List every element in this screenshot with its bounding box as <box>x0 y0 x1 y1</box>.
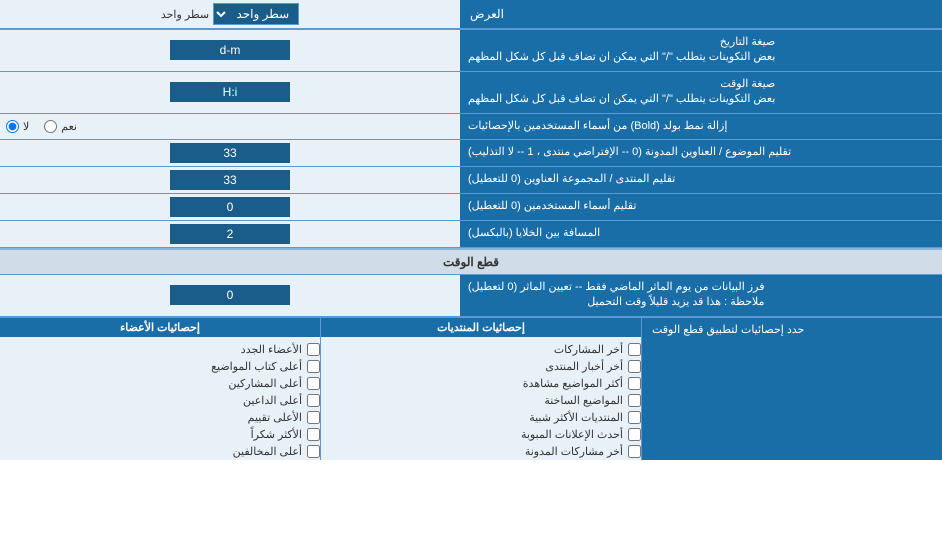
checkbox-new-members[interactable] <box>307 343 320 356</box>
trim-usernames-input[interactable] <box>170 197 290 217</box>
list-item: الأعلى تقييم <box>0 409 320 426</box>
forum-stats-col: إحصائيات المنتديات أخر المشاركات أخر أخب… <box>320 318 642 460</box>
list-item: المنتديات الأكثر شبية <box>321 409 641 426</box>
bold-yes-radio[interactable] <box>44 120 57 133</box>
list-item: أخر مشاركات المدونة <box>321 443 641 460</box>
checkbox-top-topic-writers[interactable] <box>307 360 320 373</box>
dropdown-label: سطر واحد <box>161 8 209 21</box>
trim-topic-label: تقليم الموضوع / العناوين المدونة (0 -- ا… <box>460 140 942 166</box>
date-format-label: صيغة التاريخ بعض التكوينات يتطلب "/" الت… <box>460 30 942 71</box>
checkbox-most-viewed[interactable] <box>628 377 641 390</box>
checkbox-top-inviters[interactable] <box>307 394 320 407</box>
checkbox-most-similar[interactable] <box>628 411 641 424</box>
checkbox-last-forum-news[interactable] <box>628 360 641 373</box>
list-item: الأعضاء الجدد <box>0 341 320 358</box>
trim-forum-input-cell <box>0 167 460 193</box>
list-item: أحدث الإعلانات المبوبة <box>321 426 641 443</box>
list-item: أخر أخبار المنتدى <box>321 358 641 375</box>
trim-usernames-input-cell <box>0 194 460 220</box>
checkbox-last-posts[interactable] <box>628 343 641 356</box>
trim-topic-input[interactable] <box>170 143 290 163</box>
cutoff-section-header: قطع الوقت <box>0 248 942 275</box>
time-format-input-cell <box>0 72 460 113</box>
time-format-input[interactable] <box>170 82 290 102</box>
cutoff-label: فرز البيانات من يوم الماثر الماضي فقط --… <box>460 275 942 316</box>
bold-yes-label[interactable]: نعم <box>44 120 77 133</box>
checkbox-top-violators[interactable] <box>307 445 320 458</box>
checkbox-top-participants[interactable] <box>307 377 320 390</box>
list-item: أعلى المخالفين <box>0 443 320 460</box>
date-format-input[interactable] <box>170 40 290 60</box>
bold-no-label[interactable]: لا <box>6 120 29 133</box>
cell-spacing-label: المسافة بين الخلايا (بالبكسل) <box>460 221 942 247</box>
trim-topic-input-cell <box>0 140 460 166</box>
bold-no-radio[interactable] <box>6 120 19 133</box>
checkbox-most-thanked[interactable] <box>307 428 320 441</box>
list-item: أخر المشاركات <box>321 341 641 358</box>
checkbox-last-blog-posts[interactable] <box>628 445 641 458</box>
list-item: أعلى الداعين <box>0 392 320 409</box>
bold-label: إزالة نمط بولد (Bold) من أسماء المستخدمي… <box>460 114 942 139</box>
member-stats-header: إحصائيات الأعضاء <box>0 318 320 337</box>
page-title: العرض <box>460 0 942 28</box>
forum-stats-header: إحصائيات المنتديات <box>321 318 641 337</box>
member-stats-col: إحصائيات الأعضاء الأعضاء الجدد أعلى كتاب… <box>0 318 320 460</box>
list-item: أعلى كتاب المواضيع <box>0 358 320 375</box>
cutoff-input[interactable] <box>170 285 290 305</box>
list-item: الأكثر شكراً <box>0 426 320 443</box>
bold-radio-cell: نعم لا <box>0 114 460 139</box>
cell-spacing-input-cell <box>0 221 460 247</box>
checkbox-hot-topics[interactable] <box>628 394 641 407</box>
trim-forum-label: تقليم المنتدى / المجموعة العناوين (0 للت… <box>460 167 942 193</box>
list-item: المواضيع الساخنة <box>321 392 641 409</box>
cell-spacing-input[interactable] <box>170 224 290 244</box>
list-item: أعلى المشاركين <box>0 375 320 392</box>
checkbox-latest-classifieds[interactable] <box>628 428 641 441</box>
checkbox-top-rated[interactable] <box>307 411 320 424</box>
trim-usernames-label: تقليم أسماء المستخدمين (0 للتعطيل) <box>460 194 942 220</box>
date-format-input-cell <box>0 30 460 71</box>
display-mode-select[interactable]: سطر واحد سطرين ثلاثة أسطر <box>213 3 299 25</box>
dropdown-cell: سطر واحد سطرين ثلاثة أسطر سطر واحد <box>0 0 460 28</box>
time-format-label: صيغة الوقت بعض التكوينات يتطلب "/" التي … <box>460 72 942 113</box>
apply-label: حدد إحصائيات لتطبيق قطع الوقت <box>642 318 942 460</box>
list-item: أكثر المواضيع مشاهدة <box>321 375 641 392</box>
trim-forum-input[interactable] <box>170 170 290 190</box>
cutoff-input-cell <box>0 275 460 316</box>
